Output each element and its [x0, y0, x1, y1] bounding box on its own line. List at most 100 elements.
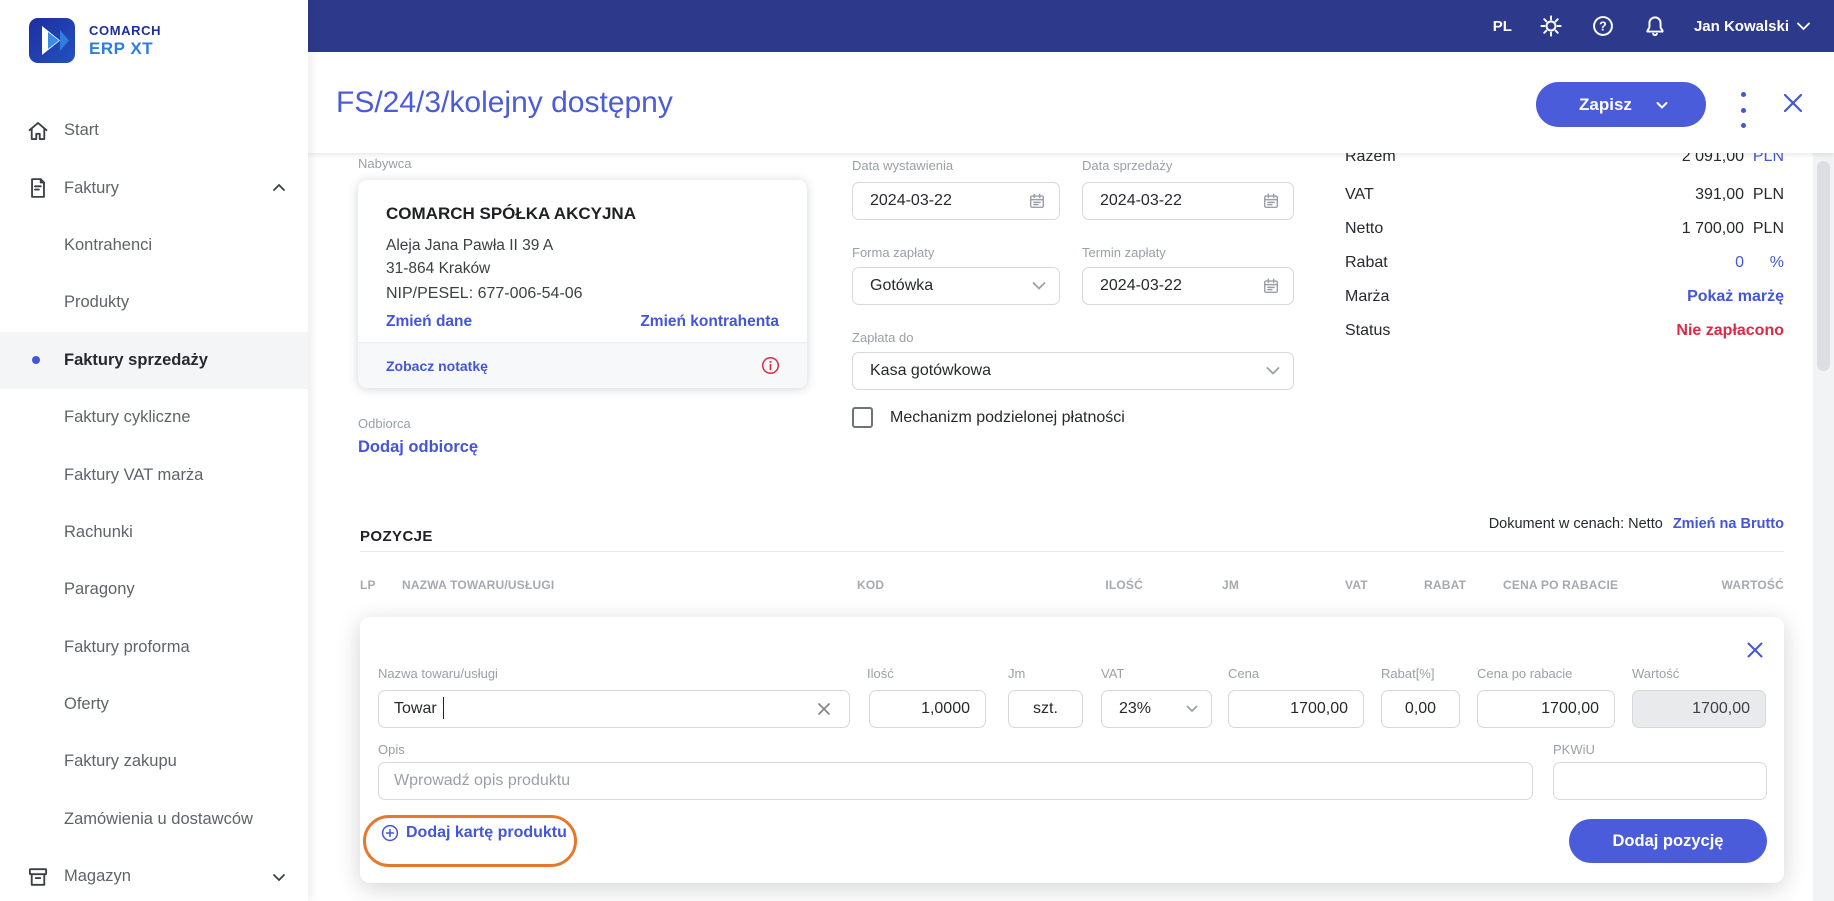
col-vat: VAT	[1345, 578, 1368, 592]
sidebar-item-faktury-proforma[interactable]: Faktury proforma	[0, 619, 308, 676]
document-prices-info: Dokument w cenach: Netto Zmień na Brutto	[1488, 516, 1784, 532]
chevron-down-icon	[1797, 22, 1810, 30]
receiver-section-label: Odbiorca	[358, 416, 411, 431]
sidebar-item-faktury-sprzedazy[interactable]: Faktury sprzedaży	[0, 331, 308, 389]
issue-date-input[interactable]: 2024-03-22	[852, 182, 1060, 220]
sidebar-item-label: Zamówienia u dostawców	[64, 809, 253, 828]
sidebar-item-faktury-vat-marza[interactable]: Faktury VAT marża	[0, 446, 308, 503]
split-payment-label: Mechanizm podzielonej płatności	[890, 409, 1125, 426]
home-icon	[28, 121, 48, 140]
item-value-input	[1632, 690, 1766, 728]
scrollbar[interactable]	[1813, 153, 1834, 901]
add-product-card-link[interactable]: Dodaj kartę produktu	[381, 824, 567, 842]
item-value-label: Wartość	[1632, 666, 1680, 681]
vat-unit: PLN	[1752, 186, 1784, 203]
change-contractor-link[interactable]: Zmień kontrahenta	[640, 313, 779, 331]
buyer-address-line1: Aleja Jana Pawła II 39 A	[386, 237, 554, 254]
item-name-input[interactable]	[378, 690, 850, 728]
sidebar-item-magazyn[interactable]: Magazyn	[0, 848, 308, 901]
item-pkwiu-input[interactable]	[1553, 762, 1767, 800]
save-button[interactable]: Zapisz	[1536, 82, 1706, 127]
note-info-icon[interactable]	[761, 356, 780, 375]
item-description-input[interactable]	[378, 762, 1533, 800]
split-payment-checkbox[interactable]	[852, 407, 873, 428]
scrollbar-thumb[interactable]	[1817, 161, 1830, 371]
sidebar-item-faktury-cykliczne[interactable]: Faktury cykliczne	[0, 389, 308, 446]
chevron-down-icon	[1656, 101, 1668, 109]
calendar-icon	[1263, 278, 1279, 294]
item-pkwiu-label: PKWiU	[1553, 742, 1595, 757]
discount-amount[interactable]: 0	[1735, 254, 1744, 272]
sidebar-item-faktury[interactable]: Faktury	[0, 159, 308, 216]
sale-date-label: Data sprzedaży	[1082, 158, 1173, 173]
summary-row-vat: VAT 391,00 PLN	[1345, 186, 1784, 203]
chevron-down-icon	[273, 873, 285, 882]
sidebar-item-kontrahenci[interactable]: Kontrahenci	[0, 217, 308, 274]
buyer-tax-id: NIP/PESEL: 677-006-54-06	[386, 285, 583, 302]
sidebar-item-zamowienia-u-dostawcow[interactable]: Zamówienia u dostawców	[0, 791, 308, 848]
payment-due-input[interactable]: 2024-03-22	[1082, 267, 1294, 305]
add-receiver-link[interactable]: Dodaj odbiorcę	[358, 438, 478, 457]
buyer-address-line2: 31-864 Kraków	[386, 260, 491, 277]
sidebar-item-faktury-zakupu[interactable]: Faktury zakupu	[0, 733, 308, 790]
calendar-icon	[1029, 193, 1045, 209]
svg-text:?: ?	[1599, 20, 1607, 34]
change-data-link[interactable]: Zmień dane	[386, 313, 472, 331]
item-price-input[interactable]	[1228, 690, 1364, 728]
sidebar: COMARCH ERP XT Start Faktury Kontrahenci…	[0, 0, 308, 901]
payment-form-select[interactable]: Gotówka	[852, 267, 1060, 305]
show-margin-link[interactable]: Pokaż marżę	[1687, 288, 1784, 306]
invoice-document-icon	[31, 178, 45, 198]
text-caret	[443, 697, 444, 719]
warehouse-box-icon	[28, 868, 48, 886]
app-logo: COMARCH ERP XT	[29, 18, 161, 63]
item-price-after-label: Cena po rabacie	[1477, 666, 1573, 681]
switch-to-brutto-link[interactable]: Zmień na Brutto	[1673, 516, 1784, 532]
sidebar-item-label: Start	[64, 121, 99, 140]
pay-to-select[interactable]: Kasa gotówkowa	[852, 352, 1294, 390]
item-qty-label: Ilość	[867, 666, 894, 681]
item-unit-input[interactable]	[1008, 690, 1083, 728]
notifications-bell-icon[interactable]	[1642, 13, 1668, 39]
calendar-icon	[1263, 193, 1279, 209]
active-item-dot	[32, 356, 40, 365]
item-discount-input[interactable]	[1381, 690, 1460, 728]
net-unit: PLN	[1752, 220, 1784, 237]
sidebar-item-oferty[interactable]: Oferty	[0, 676, 308, 733]
buyer-company-name: COMARCH SPÓŁKA AKCYJNA	[386, 204, 636, 223]
help-icon[interactable]: ?	[1590, 13, 1616, 39]
user-name: Jan Kowalski	[1693, 17, 1789, 35]
close-icon[interactable]	[1782, 92, 1804, 114]
sidebar-item-produkty[interactable]: Produkty	[0, 274, 308, 331]
settings-gear-icon[interactable]	[1538, 13, 1564, 39]
sidebar-item-label: Faktury sprzedaży	[64, 350, 208, 369]
col-qty: ILOŚĆ	[1105, 578, 1143, 592]
sidebar-item-start[interactable]: Start	[0, 102, 308, 159]
sidebar-item-rachunki[interactable]: Rachunki	[0, 504, 308, 561]
item-price-after-input[interactable]	[1477, 690, 1615, 728]
item-vat-label: VAT	[1101, 666, 1125, 681]
brand-name: COMARCH	[89, 22, 162, 38]
more-options-kebab-icon[interactable]	[1734, 92, 1752, 128]
sidebar-item-label: Rachunki	[64, 522, 133, 541]
col-discount: RABAT	[1424, 578, 1467, 592]
item-vat-select[interactable]: 23%	[1101, 690, 1212, 728]
clear-input-icon[interactable]	[816, 701, 832, 717]
item-qty-input[interactable]	[869, 690, 986, 728]
document-header: FS/24/3/kolejny dostępny Zapisz	[308, 52, 1834, 153]
buyer-card-footer: Zobacz notatkę	[358, 342, 807, 388]
sidebar-item-label: Faktury proforma	[64, 637, 190, 656]
language-switch[interactable]: PL	[1493, 18, 1512, 35]
sale-date-input[interactable]: 2024-03-22	[1082, 182, 1294, 220]
save-button-label: Zapisz	[1579, 94, 1632, 114]
add-position-button[interactable]: Dodaj pozycję	[1569, 819, 1767, 863]
item-name-label: Nazwa towaru/usługi	[378, 666, 498, 681]
sidebar-item-paragony[interactable]: Paragony	[0, 561, 308, 618]
close-editor-icon[interactable]	[1746, 641, 1764, 659]
sidebar-item-label: Faktury	[64, 178, 120, 197]
buyer-section-label: Nabywca	[358, 156, 412, 171]
see-note-link[interactable]: Zobacz notatkę	[386, 358, 488, 374]
sidebar-item-label: Kontrahenci	[64, 235, 153, 254]
user-menu[interactable]: Jan Kowalski	[1694, 18, 1810, 35]
sidebar-item-label: Faktury VAT marża	[64, 465, 204, 484]
